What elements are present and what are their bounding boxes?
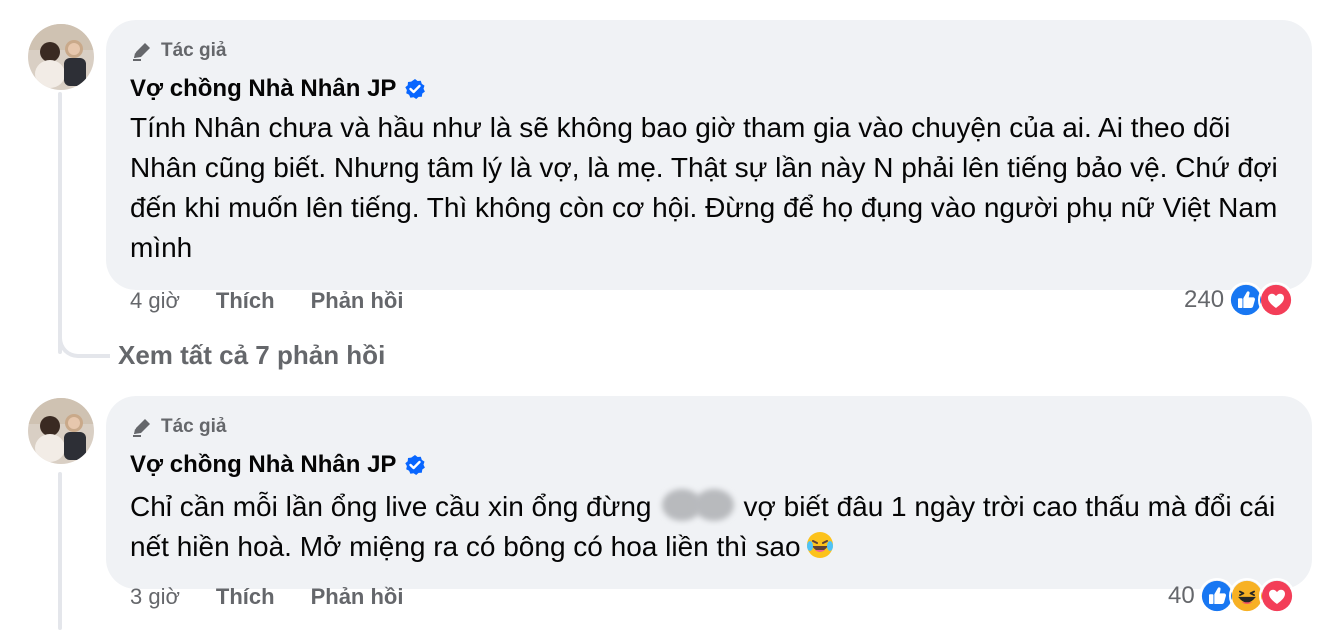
comment-bubble: Tác giả Vợ chồng Nhà Nhân JP Chỉ cần mỗi… (106, 396, 1312, 589)
reaction-summary[interactable]: 40 (1168, 578, 1295, 614)
author-name[interactable]: Vợ chồng Nhà Nhân JP (130, 75, 396, 103)
love-icon (1258, 578, 1295, 614)
verified-badge-icon (405, 79, 426, 99)
comment-time[interactable]: 4 giờ (130, 288, 180, 314)
pencil-icon (133, 43, 150, 61)
author-badge-label: Tác giả (161, 40, 227, 61)
comment-bubble: Tác giả Vợ chồng Nhà Nhân JP Tính Nhân c… (106, 20, 1312, 290)
verified-badge-icon (405, 455, 426, 475)
author-badge: Tác giả (130, 416, 1288, 438)
love-icon (1258, 282, 1295, 318)
avatar[interactable] (28, 398, 94, 464)
comment-text: Chỉ cần mỗi lần ổng live cầu xin ổng đừn… (130, 484, 1288, 567)
author-name[interactable]: Vợ chồng Nhà Nhân JP (130, 451, 396, 479)
comment-actions: 3 giờ Thích Phản hồi (130, 584, 403, 610)
view-all-replies-link[interactable]: Xem tất cả 7 phản hồi (118, 340, 385, 371)
reaction-count: 40 (1168, 582, 1195, 609)
comment-text-part: Chỉ cần mỗi lần ổng live cầu xin ổng đừn… (130, 491, 652, 522)
comment-text: Tính Nhân chưa và hầu như là sẽ không ba… (130, 112, 1278, 263)
reaction-summary[interactable]: 240 (1184, 282, 1295, 318)
thread-line-vertical-2 (58, 472, 62, 630)
blurred-redaction (656, 484, 740, 526)
reply-button[interactable]: Phản hồi (311, 288, 404, 314)
reply-button[interactable]: Phản hồi (311, 584, 404, 610)
thread-line-vertical (58, 92, 62, 354)
like-button[interactable]: Thích (216, 584, 275, 610)
pencil-icon (133, 419, 150, 437)
avatar[interactable] (28, 24, 94, 90)
author-badge-label: Tác giả (161, 416, 227, 437)
comment-time[interactable]: 3 giờ (130, 584, 180, 610)
like-button[interactable]: Thích (216, 288, 275, 314)
thread-line-curve (58, 330, 110, 358)
author-badge: Tác giả (130, 40, 1288, 62)
reaction-count: 240 (1184, 286, 1225, 313)
laughing-tears-emoji-icon (806, 532, 833, 558)
comment-actions: 4 giờ Thích Phản hồi (130, 288, 403, 314)
